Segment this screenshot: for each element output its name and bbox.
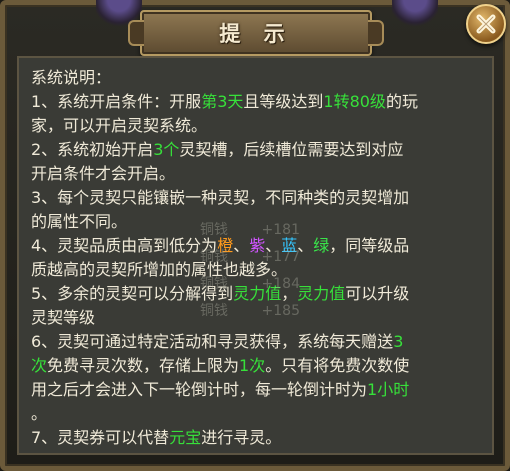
highlight-text: 蓝 bbox=[281, 236, 298, 255]
line-text: 用之后才会进入下一轮倒计时，每一轮倒计时为 bbox=[31, 380, 368, 399]
highlight-text: 1转80级 bbox=[323, 92, 386, 111]
highlight-text: 橙 bbox=[217, 236, 234, 255]
line-text: 的属性不同。 bbox=[31, 212, 128, 231]
line-text: 灵契槽，后续槽位需要达到对应 bbox=[179, 140, 404, 159]
description-line: 6、灵契可通过特定活动和寻灵获得，系统每天赠送3 bbox=[31, 330, 480, 354]
corner-gem-ornament-right bbox=[392, 0, 438, 30]
description-line: 开启条件才会开启。 bbox=[31, 162, 480, 186]
description-panel: 系统说明： 1、系统开启条件：开服第3天且等级达到1转80级的玩家，可以开启灵契… bbox=[17, 56, 494, 455]
line-text: 免费寻灵次数，存储上限为 bbox=[47, 356, 240, 375]
line-text: 4、灵契品质由高到低分为 bbox=[31, 236, 218, 255]
description-line: 7、灵契券可以代替元宝进行寻灵。 bbox=[31, 426, 480, 450]
line-text: 。 bbox=[31, 404, 48, 423]
line-text: 可以升级 bbox=[345, 284, 410, 303]
description-line: 4、灵契品质由高到低分为橙、紫、蓝、绿，同等级品 bbox=[31, 234, 480, 258]
line-text: 进行寻灵。 bbox=[201, 428, 282, 447]
highlight-text: 元宝 bbox=[169, 428, 202, 447]
description-line: 的属性不同。 bbox=[31, 210, 480, 234]
highlight-text: 次 bbox=[31, 356, 48, 375]
description-line: 3、每个灵契只能镶嵌一种灵契，不同种类的灵契增加 bbox=[31, 186, 480, 210]
description-line: 用之后才会进入下一轮倒计时，每一轮倒计时为1小时 bbox=[31, 378, 480, 402]
line-text: 7、灵契券可以代替 bbox=[31, 428, 170, 447]
highlight-text: 第3天 bbox=[201, 92, 244, 111]
description-line: 2、系统初始开启3个灵契槽，后续槽位需要达到对应 bbox=[31, 138, 480, 162]
line-text: 5、多余的灵契可以分解得到 bbox=[31, 284, 234, 303]
line-text: 的玩 bbox=[385, 92, 418, 111]
description-line: 。 bbox=[31, 402, 480, 426]
highlight-text: 灵力值 bbox=[297, 284, 346, 303]
line-text: 、 bbox=[233, 236, 250, 255]
line-text: 开启条件才会开启。 bbox=[31, 164, 176, 183]
line-text: 家，可以开启灵契系统。 bbox=[31, 116, 208, 135]
line-text: ， bbox=[281, 284, 298, 303]
description-line: 次免费寻灵次数，存储上限为1次。只有将免费次数使 bbox=[31, 354, 480, 378]
description-line: 1、系统开启条件：开服第3天且等级达到1转80级的玩 bbox=[31, 90, 480, 114]
description-line: 质越高的灵契所增加的属性也越多。 bbox=[31, 258, 480, 282]
description-line: 5、多余的灵契可以分解得到灵力值，灵力值可以升级 bbox=[31, 282, 480, 306]
highlight-text: 1小时 bbox=[367, 380, 410, 399]
description-heading: 系统说明： bbox=[31, 68, 112, 87]
highlight-text: 1次 bbox=[239, 356, 266, 375]
description-line: 灵契等级 bbox=[31, 306, 480, 330]
highlight-text: 3个 bbox=[153, 140, 180, 159]
description-lines: 1、系统开启条件：开服第3天且等级达到1转80级的玩家，可以开启灵契系统。 2、系… bbox=[31, 90, 480, 450]
dialog-title-plate: 提 示 bbox=[128, 10, 384, 56]
line-text: 6、灵契可通过特定活动和寻灵获得，系统每天赠送 bbox=[31, 332, 394, 351]
line-text: 。只有将免费次数使 bbox=[265, 356, 410, 375]
line-text: 、 bbox=[265, 236, 282, 255]
highlight-text: 紫 bbox=[249, 236, 266, 255]
line-text: 3、每个灵契只能镶嵌一种灵契，不同种类的灵契增加 bbox=[31, 188, 410, 207]
close-x-icon bbox=[476, 14, 496, 34]
description-line: 家，可以开启灵契系统。 bbox=[31, 114, 480, 138]
line-text: 灵契等级 bbox=[31, 308, 96, 327]
line-text: 且等级达到 bbox=[243, 92, 324, 111]
close-button[interactable] bbox=[466, 4, 506, 44]
highlight-text: 绿 bbox=[313, 236, 330, 255]
highlight-text: 3 bbox=[393, 332, 404, 351]
line-text: 1、系统开启条件：开服 bbox=[31, 92, 202, 111]
line-text: 、 bbox=[297, 236, 314, 255]
highlight-text: 灵力值 bbox=[233, 284, 282, 303]
line-text: 2、系统初始开启 bbox=[31, 140, 154, 159]
dialog-title: 提 示 bbox=[219, 21, 293, 46]
line-text: 质越高的灵契所增加的属性也越多。 bbox=[31, 260, 288, 279]
line-text: ，同等级品 bbox=[329, 236, 410, 255]
